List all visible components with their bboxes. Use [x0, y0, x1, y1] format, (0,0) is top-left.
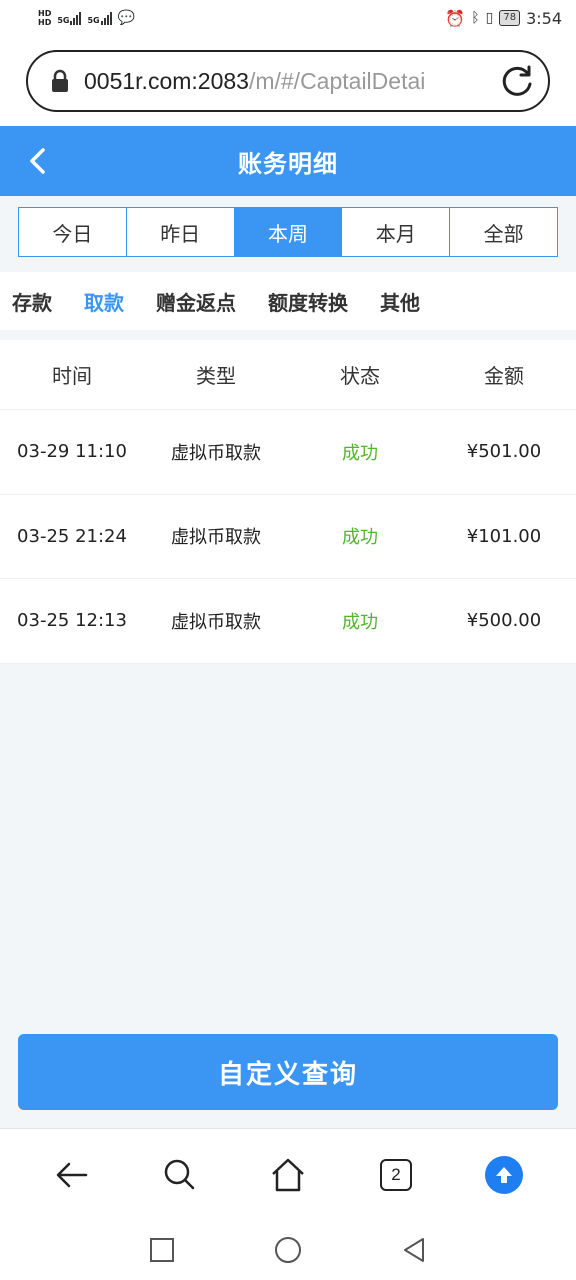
- tab-all[interactable]: 全部: [450, 208, 557, 256]
- status-bar: HD HD 5G 5G 💬 ⏰ ᛒ ▯ 78 3:54: [0, 0, 576, 36]
- arrow-up-icon: [485, 1155, 523, 1194]
- sim-indicator: HD HD: [38, 9, 51, 27]
- header-type: 类型: [196, 364, 236, 388]
- address-bar[interactable]: 0051r.com:2083/m/#/CaptailDetai: [26, 50, 550, 112]
- tab-today[interactable]: 今日: [19, 208, 127, 256]
- tab-this-week[interactable]: 本周: [234, 208, 343, 256]
- table-row[interactable]: 03-29 11:10 虚拟币取款 成功 ¥501.00: [0, 410, 576, 495]
- table-row[interactable]: 03-25 12:13 虚拟币取款 成功 ¥500.00: [0, 579, 576, 664]
- cell-type: 虚拟币取款: [171, 611, 261, 633]
- cell-type: 虚拟币取款: [171, 442, 261, 464]
- cell-amount: ¥101.00: [466, 525, 542, 547]
- net-label-2: 5G: [87, 16, 100, 25]
- page-title: 账务明细: [238, 149, 338, 178]
- url-host: 0051r.com:2083: [84, 67, 249, 94]
- triangle-back-icon: [404, 1238, 424, 1262]
- home-nav-button[interactable]: [273, 1235, 303, 1265]
- table-row[interactable]: 03-25 21:24 虚拟币取款 成功 ¥101.00: [0, 495, 576, 579]
- browser-upload-button[interactable]: [476, 1147, 532, 1203]
- browser-home-button[interactable]: [260, 1147, 316, 1203]
- page-header: 账务明细: [0, 126, 576, 196]
- tab-credit-transfer[interactable]: 额度转换: [268, 287, 348, 316]
- cell-status: 成功: [342, 527, 378, 549]
- vibrate-icon: ▯: [485, 10, 494, 26]
- cell-status: 成功: [342, 611, 378, 633]
- browser-tabs-button[interactable]: 2: [368, 1147, 424, 1203]
- square-icon: [150, 1238, 174, 1262]
- cell-amount: ¥501.00: [466, 441, 542, 463]
- tab-deposit[interactable]: 存款: [12, 287, 52, 316]
- clock: 3:54: [526, 8, 562, 28]
- header-amount: 金额: [484, 364, 524, 388]
- header-status: 状态: [340, 364, 380, 388]
- system-nav-bar: [0, 1220, 576, 1280]
- tab-this-month[interactable]: 本月: [342, 208, 451, 256]
- circle-icon: [275, 1237, 301, 1263]
- custom-query-button[interactable]: 自定义查询: [18, 1034, 558, 1110]
- lock-icon: [52, 69, 68, 92]
- bluetooth-icon: ᛒ: [471, 10, 480, 26]
- tab-bonus-rebate[interactable]: 赠金返点: [156, 287, 236, 316]
- cell-type: 虚拟币取款: [171, 527, 261, 549]
- home-icon: [272, 1158, 304, 1191]
- arrow-left-icon: [56, 1162, 88, 1187]
- cell-time: 03-25 12:13: [17, 610, 127, 632]
- url-path: /m/#/CaptailDetai: [248, 67, 426, 94]
- cell-time: 03-25 21:24: [17, 525, 127, 547]
- tab-other[interactable]: 其他: [380, 287, 420, 316]
- cell-time: 03-29 11:10: [17, 441, 127, 463]
- signal-icon-2: 5G: [87, 11, 112, 25]
- search-icon: [164, 1159, 195, 1189]
- signal-icon: 5G: [57, 11, 82, 25]
- type-tabs: 存款 取款 赠金返点 额度转换 其他: [0, 272, 576, 330]
- browser-search-button[interactable]: [152, 1147, 208, 1203]
- battery-icon: 78: [499, 10, 521, 26]
- transactions-table: 时间 类型 状态 金额 03-29 11:10 虚拟币取款 成功 ¥501.00…: [0, 340, 576, 664]
- tabs-count-icon: 2: [380, 1158, 412, 1191]
- tab-withdraw[interactable]: 取款: [84, 287, 124, 316]
- header-time: 时间: [52, 364, 92, 388]
- back-nav-button[interactable]: [399, 1235, 429, 1265]
- cell-status: 成功: [342, 442, 378, 464]
- recents-button[interactable]: [147, 1235, 177, 1265]
- back-chevron-icon[interactable]: [22, 144, 56, 178]
- wechat-icon: 💬: [117, 10, 136, 26]
- reload-icon[interactable]: [498, 62, 536, 100]
- net-label-1: 5G: [57, 16, 70, 25]
- cell-amount: ¥500.00: [466, 610, 542, 632]
- sim-label-2: HD: [38, 18, 52, 27]
- sim-label-1: HD: [38, 9, 52, 18]
- table-header-row: 时间 类型 状态 金额: [0, 340, 576, 410]
- alarm-icon: ⏰: [445, 8, 466, 28]
- url-text[interactable]: 0051r.com:2083/m/#/CaptailDetai: [84, 68, 490, 95]
- browser-toolbar: 2: [0, 1128, 576, 1220]
- browser-address-area: 0051r.com:2083/m/#/CaptailDetai: [0, 36, 576, 126]
- tab-yesterday[interactable]: 昨日: [127, 208, 235, 256]
- browser-back-button[interactable]: [44, 1147, 100, 1203]
- period-tabs: 今日 昨日 本周 本月 全部: [18, 207, 558, 257]
